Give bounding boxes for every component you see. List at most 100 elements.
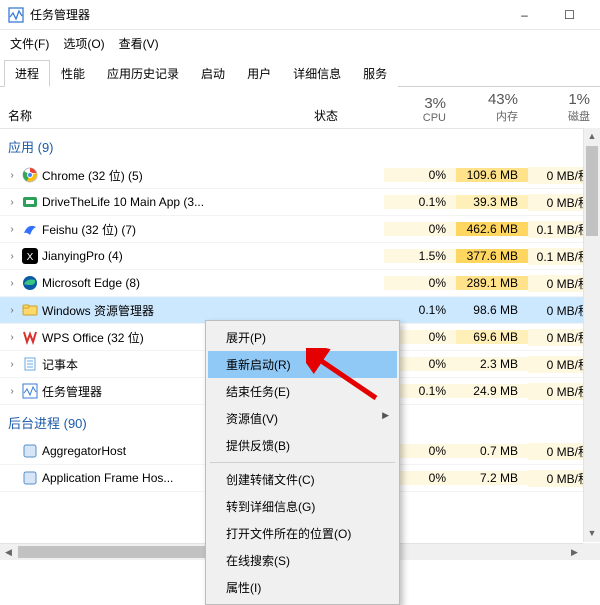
process-name: AggregatorHost — [42, 444, 126, 458]
context-menu: 展开(P) 重新启动(R) 结束任务(E) 资源值(V) 提供反馈(B) 创建转… — [205, 320, 400, 605]
generic-icon — [22, 443, 38, 459]
tab-services[interactable]: 服务 — [352, 60, 398, 87]
header-name[interactable]: 名称 — [0, 107, 314, 124]
process-name: Application Frame Hos... — [42, 471, 173, 485]
cm-separator — [210, 462, 395, 463]
cell-name: › Feishu (32 位) (7) — [0, 221, 314, 238]
cell-memory: 377.6 MB — [456, 249, 528, 263]
header-memory[interactable]: 43% 内存 — [456, 91, 528, 124]
notepad-icon — [22, 356, 38, 372]
process-name: Microsoft Edge (8) — [42, 276, 140, 290]
process-name: Chrome (32 位) (5) — [42, 167, 143, 184]
cell-memory: 289.1 MB — [456, 276, 528, 290]
cell-cpu: 0% — [384, 222, 456, 236]
chrome-icon — [22, 167, 38, 183]
tab-startup[interactable]: 启动 — [190, 60, 236, 87]
cm-resource-values[interactable]: 资源值(V) — [208, 405, 397, 432]
process-name: Windows 资源管理器 — [42, 302, 154, 319]
scroll-corner — [583, 543, 600, 560]
cell-cpu: 1.5% — [384, 249, 456, 263]
scroll-right-icon[interactable]: ▶ — [566, 544, 583, 560]
tab-performance[interactable]: 性能 — [50, 60, 96, 87]
window-title: 任务管理器 — [30, 6, 502, 23]
menubar: 文件(F) 选项(O) 查看(V) — [0, 30, 600, 57]
menu-view[interactable]: 查看(V) — [113, 32, 165, 55]
window-controls: – ☐ — [502, 0, 592, 30]
cell-memory: 462.6 MB — [456, 222, 528, 236]
process-name: 记事本 — [42, 356, 78, 373]
header-disk[interactable]: 1% 磁盘 — [528, 91, 600, 124]
expand-chevron-icon[interactable]: › — [6, 197, 18, 208]
taskmgr-icon — [8, 7, 24, 23]
cm-search-online[interactable]: 在线搜索(S) — [208, 547, 397, 574]
vertical-scrollbar[interactable]: ▲ ▼ — [583, 128, 600, 542]
menu-options[interactable]: 选项(O) — [57, 32, 110, 55]
expand-chevron-icon[interactable]: › — [6, 251, 18, 262]
cm-expand[interactable]: 展开(P) — [208, 324, 397, 351]
generic-icon — [22, 470, 38, 486]
column-headers: 名称 状态 3% CPU 43% 内存 1% 磁盘 — [0, 87, 600, 129]
cell-cpu: 0% — [384, 276, 456, 290]
cell-memory: 39.3 MB — [456, 195, 528, 209]
cell-name: › Windows 资源管理器 — [0, 302, 314, 319]
tab-processes[interactable]: 进程 — [4, 60, 50, 87]
explorer-icon — [22, 302, 38, 318]
cell-cpu: 0% — [384, 168, 456, 182]
scroll-up-icon[interactable]: ▲ — [584, 128, 600, 145]
expand-chevron-icon[interactable]: › — [6, 359, 18, 370]
svg-text:X: X — [27, 252, 34, 263]
process-row[interactable]: ›Feishu (32 位) (7)0%462.6 MB0.1 MB/秒 — [0, 216, 600, 243]
cm-goto-details[interactable]: 转到详细信息(G) — [208, 493, 397, 520]
cm-restart[interactable]: 重新启动(R) — [208, 351, 397, 378]
scroll-down-icon[interactable]: ▼ — [584, 525, 600, 542]
process-name: JianyingPro (4) — [42, 249, 123, 263]
titlebar: 任务管理器 – ☐ — [0, 0, 600, 30]
wps-icon — [22, 329, 38, 345]
drive-icon — [22, 194, 38, 210]
cell-name: › Microsoft Edge (8) — [0, 275, 314, 291]
menu-file[interactable]: 文件(F) — [4, 32, 55, 55]
process-row[interactable]: › DriveTheLife 10 Main App (3... 0.1%39.3 … — [0, 189, 600, 216]
cell-name: › X JianyingPro (4) — [0, 248, 314, 264]
cell-memory: 0.7 MB — [456, 444, 528, 458]
process-name: WPS Office (32 位) — [42, 329, 144, 346]
feishu-icon — [22, 221, 38, 237]
expand-chevron-icon[interactable]: › — [6, 386, 18, 397]
cm-open-location[interactable]: 打开文件所在的位置(O) — [208, 520, 397, 547]
process-name: 任务管理器 — [42, 383, 102, 400]
edge-icon — [22, 275, 38, 291]
expand-chevron-icon[interactable]: › — [6, 305, 18, 316]
process-row[interactable]: ›Microsoft Edge (8)0%289.1 MB0 MB/秒 — [0, 270, 600, 297]
expand-chevron-icon[interactable]: › — [6, 224, 18, 235]
tab-history[interactable]: 应用历史记录 — [96, 60, 190, 87]
cm-create-dump[interactable]: 创建转储文件(C) — [208, 466, 397, 493]
cell-memory: 7.2 MB — [456, 471, 528, 485]
scroll-thumb-v[interactable] — [586, 146, 598, 236]
header-status[interactable]: 状态 — [314, 107, 384, 124]
process-row[interactable]: ›XJianyingPro (4)1.5%377.6 MB0.1 MB/秒 — [0, 243, 600, 270]
cm-end-task[interactable]: 结束任务(E) — [208, 378, 397, 405]
tab-users[interactable]: 用户 — [236, 60, 282, 87]
process-row[interactable]: ›Chrome (32 位) (5)0%109.6 MB0 MB/秒 — [0, 162, 600, 189]
header-cpu[interactable]: 3% CPU — [384, 95, 456, 124]
cell-memory: 24.9 MB — [456, 384, 528, 398]
scroll-left-icon[interactable]: ◀ — [0, 544, 17, 560]
expand-chevron-icon[interactable]: › — [6, 170, 18, 181]
group-apps: 应用 (9) — [0, 129, 600, 162]
cm-feedback[interactable]: 提供反馈(B) — [208, 432, 397, 459]
cell-name: › Chrome (32 位) (5) — [0, 167, 314, 184]
scroll-thumb-h[interactable] — [18, 546, 218, 558]
taskmgr-icon — [22, 383, 38, 399]
cell-cpu: 0.1% — [384, 195, 456, 209]
tabs: 进程 性能 应用历史记录 启动 用户 详细信息 服务 — [0, 59, 600, 87]
cell-memory: 109.6 MB — [456, 168, 528, 182]
minimize-button[interactable]: – — [502, 0, 547, 30]
tab-details[interactable]: 详细信息 — [282, 60, 352, 87]
process-name: DriveTheLife 10 Main App (3... — [42, 195, 204, 209]
process-name: Feishu (32 位) (7) — [42, 221, 136, 238]
maximize-button[interactable]: ☐ — [547, 0, 592, 30]
cm-properties[interactable]: 属性(I) — [208, 574, 397, 601]
jianying-icon: X — [22, 248, 38, 264]
expand-chevron-icon[interactable]: › — [6, 332, 18, 343]
expand-chevron-icon[interactable]: › — [6, 278, 18, 289]
